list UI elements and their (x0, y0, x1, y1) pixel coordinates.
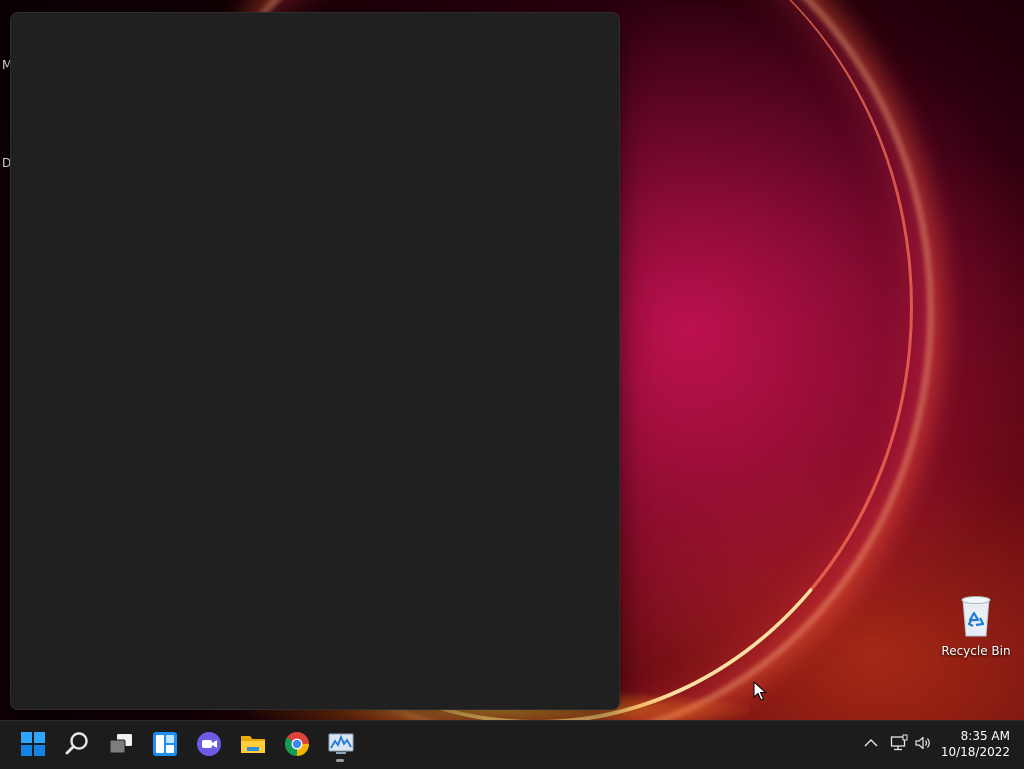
chevron-up-icon (864, 739, 878, 747)
search-button[interactable] (64, 731, 90, 757)
teams-chat-icon (197, 732, 221, 756)
chrome-button[interactable] (284, 731, 310, 757)
widgets-button[interactable] (152, 731, 178, 757)
taskbar-clock[interactable]: 8:35 AM 10/18/2022 (940, 728, 1010, 760)
performance-monitor-button[interactable] (328, 731, 354, 757)
chart-monitor-icon (328, 733, 354, 754)
search-icon (65, 732, 88, 755)
task-view-button[interactable] (108, 731, 134, 757)
clock-date: 10/18/2022 (940, 745, 1010, 759)
recycle-bin-label: Recycle Bin (941, 644, 1011, 658)
recycle-bin-desktop-icon[interactable]: Recycle Bin (940, 594, 1012, 658)
file-explorer-button[interactable] (240, 731, 266, 757)
mouse-cursor-icon (753, 680, 767, 705)
clock-time: 8:35 AM (960, 729, 1010, 743)
start-button[interactable] (20, 731, 46, 757)
start-menu-panel[interactable] (10, 12, 620, 710)
desktop[interactable]: M D Recycle Bin (0, 0, 1024, 768)
network-icon (890, 734, 908, 751)
chat-button[interactable] (196, 731, 222, 757)
windows-logo-icon (21, 732, 45, 756)
volume-icon (915, 736, 930, 750)
folder-icon (241, 736, 265, 753)
recycle-bin-icon (959, 594, 993, 638)
widgets-icon (153, 732, 177, 756)
chrome-icon (285, 732, 309, 757)
network-button[interactable] (890, 734, 908, 752)
show-hidden-icons-button[interactable] (862, 734, 880, 752)
active-app-indicator (336, 759, 344, 762)
task-view-icon (109, 734, 132, 754)
volume-button[interactable] (914, 734, 932, 752)
